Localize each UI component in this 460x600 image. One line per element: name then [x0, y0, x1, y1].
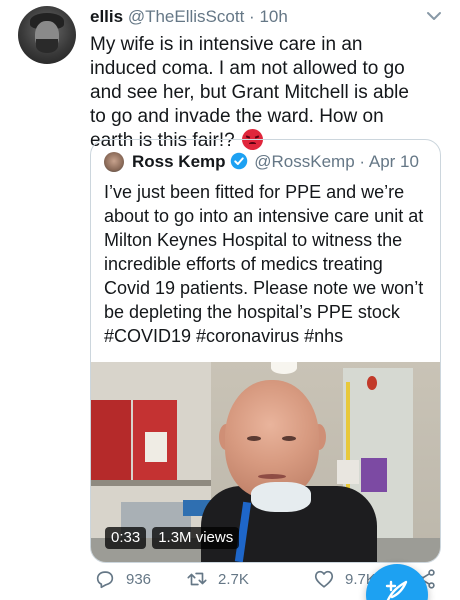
video-person-mouth	[258, 474, 286, 479]
reply-button[interactable]: 936	[94, 566, 151, 592]
video-scene-light	[271, 362, 297, 374]
quoted-author-name[interactable]: Ross Kemp	[132, 152, 226, 171]
author-name[interactable]: ellis	[90, 7, 123, 26]
reply-count: 936	[126, 570, 152, 588]
video-person-mask	[251, 482, 311, 512]
video-scene-alarm	[367, 376, 377, 390]
tweet-time[interactable]: 10h	[259, 7, 287, 26]
video-scene-shelf	[91, 480, 211, 486]
video-scene-box	[361, 458, 387, 492]
retweet-count: 2.7K	[218, 570, 249, 588]
video-scene-notice	[145, 432, 167, 462]
quoted-author-avatar[interactable]	[104, 152, 124, 172]
quoted-author-handle[interactable]: @RossKemp	[254, 152, 354, 171]
retweet-button[interactable]: 2.7K	[186, 566, 249, 592]
avatar-beard	[36, 39, 58, 53]
video-player[interactable]: 0:33 1.3M views	[91, 362, 440, 562]
video-person-head	[225, 380, 319, 498]
verified-badge-icon	[230, 152, 247, 170]
quoted-tweet-header: Ross Kemp @RossKemp · Apr 10	[132, 151, 419, 173]
video-person-eye	[247, 436, 261, 441]
quoted-header-separator: ·	[359, 152, 366, 171]
video-overlay: 0:33 1.3M views	[105, 527, 240, 549]
quoted-tweet-text: I’ve just been fitted for PPE and we’re …	[104, 182, 424, 346]
author-handle[interactable]: @TheEllisScott	[128, 7, 244, 26]
quoted-tweet-time[interactable]: Apr 10	[369, 152, 419, 171]
video-scene-dispenser	[337, 460, 359, 484]
video-person-eye	[282, 436, 296, 441]
tweet[interactable]: ellis @TheEllisScott · 10h My wife is in…	[0, 0, 460, 600]
chevron-down-icon[interactable]	[424, 6, 444, 26]
heart-icon	[314, 570, 334, 588]
tweet-header: ellis @TheEllisScott · 10h	[90, 7, 288, 27]
author-avatar[interactable]	[18, 6, 76, 64]
reply-icon	[96, 571, 114, 589]
tweet-text-block: My wife is in intensive care in an induc…	[90, 33, 420, 153]
header-separator: ·	[249, 7, 255, 26]
video-scene-cabinet	[91, 400, 131, 480]
video-duration: 0:33	[105, 527, 147, 549]
compose-feather-icon	[385, 580, 408, 600]
video-views: 1.3M views	[152, 527, 240, 549]
retweet-icon	[187, 572, 207, 586]
quoted-tweet[interactable]: Ross Kemp @RossKemp · Apr 10 I’ve just b…	[90, 139, 441, 563]
